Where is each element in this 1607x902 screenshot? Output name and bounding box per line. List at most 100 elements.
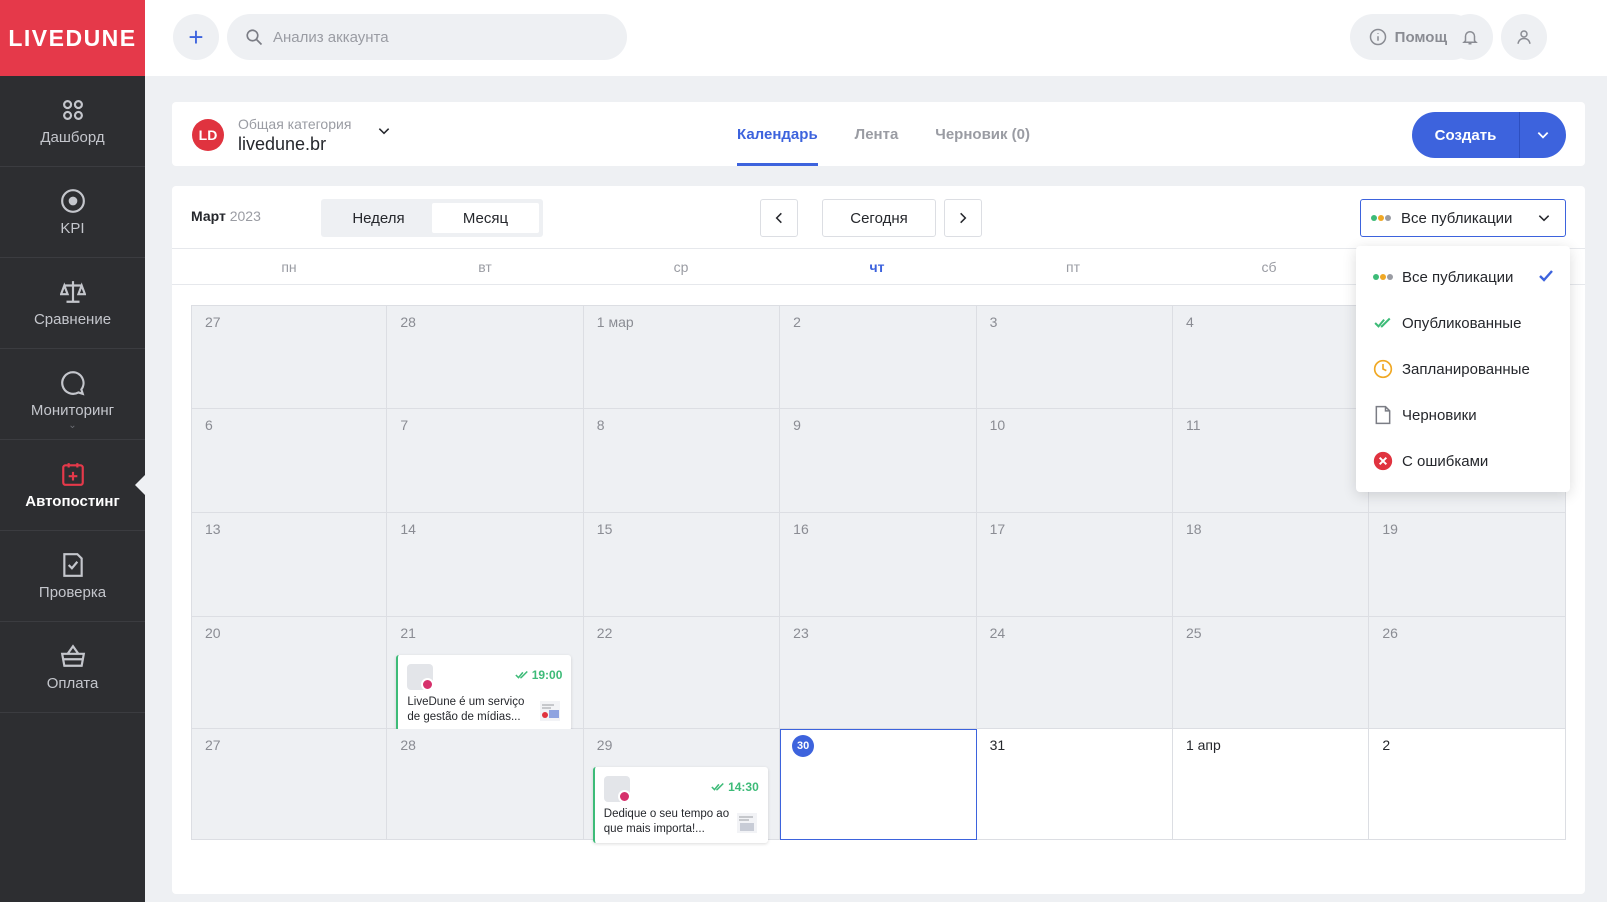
create-dropdown-button[interactable]: [1520, 112, 1566, 158]
calendar-day[interactable]: 25: [1172, 617, 1370, 729]
calendar-day[interactable]: 10: [976, 409, 1173, 513]
sidebar-item-kpi[interactable]: KPI: [0, 167, 145, 258]
calendar-plus-icon: [61, 462, 84, 486]
day-number: 9: [793, 417, 801, 433]
calendar-day[interactable]: 6: [191, 409, 388, 513]
calendar-day[interactable]: 19: [1369, 513, 1566, 617]
calendar-day[interactable]: 1 мар: [583, 305, 781, 409]
post-preview-image: [736, 813, 757, 833]
sidebar-item-dashboard[interactable]: Дашборд: [0, 76, 145, 167]
day-number: 20: [205, 625, 221, 641]
sidebar-item-label: Мониторинг: [30, 401, 115, 419]
avatar[interactable]: LD: [192, 119, 224, 151]
search-input[interactable]: Анализ аккаунта: [227, 14, 627, 60]
filter-option-errors[interactable]: С ошибками: [1356, 438, 1570, 484]
tab-feed[interactable]: Лента: [855, 102, 899, 166]
day-number: 28: [400, 737, 416, 753]
account-category: Общая категория: [238, 116, 352, 132]
day-number: 15: [596, 521, 613, 537]
day-number: 26: [1382, 625, 1398, 641]
day-number: 1 мар: [596, 314, 634, 330]
prev-month-button[interactable]: [760, 199, 798, 237]
calendar-day[interactable]: 28: [387, 729, 584, 840]
calendar-day[interactable]: 24: [976, 617, 1173, 729]
tab-drafts[interactable]: Черновик (0): [935, 102, 1030, 166]
calendar-day[interactable]: 29 14:30 Dedique o seu tempo ao que mais…: [583, 729, 781, 843]
sidebar-item-label: KPI: [60, 219, 85, 237]
sidebar-item-comparison[interactable]: Сравнение: [0, 258, 145, 349]
calendar-day[interactable]: 27: [191, 729, 388, 840]
calendar-day[interactable]: 23: [780, 617, 977, 729]
calendar-day[interactable]: 14: [387, 513, 584, 617]
calendar-day[interactable]: 20: [191, 617, 388, 729]
calendar-day[interactable]: 11: [1172, 409, 1370, 513]
filter-option-label: Черновики: [1402, 406, 1477, 424]
calendar-day[interactable]: 9: [780, 409, 977, 513]
day-number: 2: [793, 314, 801, 330]
calendar-day-today[interactable]: 30: [780, 729, 977, 840]
account-name[interactable]: livedune.br: [238, 134, 326, 155]
tab-calendar[interactable]: Календарь: [737, 102, 818, 166]
weekday-label: пт: [1066, 258, 1080, 275]
view-week-button[interactable]: Неделя: [325, 203, 432, 233]
next-month-button[interactable]: [944, 199, 982, 237]
publication-filter-select[interactable]: Все публикации: [1360, 199, 1566, 237]
topbar: + Анализ аккаунта Помощь: [145, 0, 1607, 76]
calendar-day[interactable]: 15: [583, 513, 781, 617]
filter-option-label: Все публикации: [1402, 268, 1514, 286]
calendar-day[interactable]: 17: [976, 513, 1173, 617]
notifications-button[interactable]: [1447, 14, 1493, 60]
post-card[interactable]: 19:00 LiveDune é um serviço de gestão de…: [396, 655, 572, 731]
sidebar-item-label: Проверка: [38, 583, 107, 601]
day-number: 13: [205, 521, 221, 537]
calendar-day[interactable]: 28: [387, 305, 584, 409]
calendar-day[interactable]: 13: [191, 513, 388, 617]
calendar-day[interactable]: 8: [583, 409, 781, 513]
add-button[interactable]: +: [173, 14, 219, 60]
post-time-label: 19:00: [531, 668, 563, 682]
sidebar-item-label: Дашборд: [40, 128, 105, 146]
calendar-day[interactable]: 26: [1369, 617, 1566, 729]
sidebar-item-autoposting[interactable]: Автопостинг: [0, 440, 145, 531]
sidebar-item-payment[interactable]: Оплата: [0, 622, 145, 713]
sidebar-item-label: Сравнение: [33, 310, 112, 328]
today-button[interactable]: Сегодня: [822, 199, 936, 237]
calendar-day[interactable]: 22: [583, 617, 781, 729]
calendar-day[interactable]: 2: [780, 305, 977, 409]
calendar-day[interactable]: 21 19:00 LiveDune é um serviço de gestão…: [387, 617, 584, 731]
calendar-day[interactable]: 16: [780, 513, 977, 617]
profile-button[interactable]: [1501, 14, 1547, 60]
document-icon: [1373, 405, 1393, 425]
post-time-label: 14:30: [728, 780, 759, 794]
filter-option-scheduled[interactable]: Запланированные: [1356, 346, 1570, 392]
calendar-day[interactable]: 27: [191, 305, 388, 409]
calendar-day[interactable]: 18: [1172, 513, 1370, 617]
create-button[interactable]: Создать: [1412, 112, 1520, 158]
sidebar-item-monitoring[interactable]: Мониторинг ⌄: [0, 349, 145, 440]
logo[interactable]: LIVEDUNE: [0, 0, 145, 76]
day-number: 27: [205, 314, 221, 330]
sidebar: LIVEDUNE Дашборд KPI Сравнение Мониторин…: [0, 0, 145, 902]
calendar-day[interactable]: 4: [1172, 305, 1370, 409]
filter-option-drafts[interactable]: Черновики: [1356, 392, 1570, 438]
target-icon: [60, 188, 85, 213]
error-icon: [1373, 451, 1393, 471]
sidebar-item-check[interactable]: Проверка: [0, 531, 145, 622]
filter-option-published[interactable]: Опубликованные: [1356, 300, 1570, 346]
calendar-day[interactable]: 3: [976, 305, 1173, 409]
calendar-day[interactable]: 31: [976, 729, 1173, 840]
view-month-button[interactable]: Месяц: [432, 203, 539, 233]
day-number: 4: [1185, 314, 1194, 330]
account-dropdown[interactable]: [377, 124, 391, 141]
calendar-day[interactable]: 2: [1369, 729, 1566, 840]
day-number: 8: [596, 417, 605, 433]
double-check-icon: [515, 670, 528, 679]
dashboard-icon: [62, 99, 83, 120]
post-text: LiveDune é um serviço de gestão de mídia…: [407, 696, 525, 723]
filter-option-all[interactable]: Все публикации: [1356, 254, 1570, 300]
calendar-day[interactable]: 1 апр: [1172, 729, 1370, 840]
post-card[interactable]: 14:30 Dedique o seu tempo ao que mais im…: [592, 767, 768, 843]
day-number: 17: [989, 521, 1006, 537]
calendar-week: 20 21 19:00 LiveDune é um serviço de ges…: [191, 617, 1566, 731]
calendar-day[interactable]: 7: [387, 409, 584, 513]
